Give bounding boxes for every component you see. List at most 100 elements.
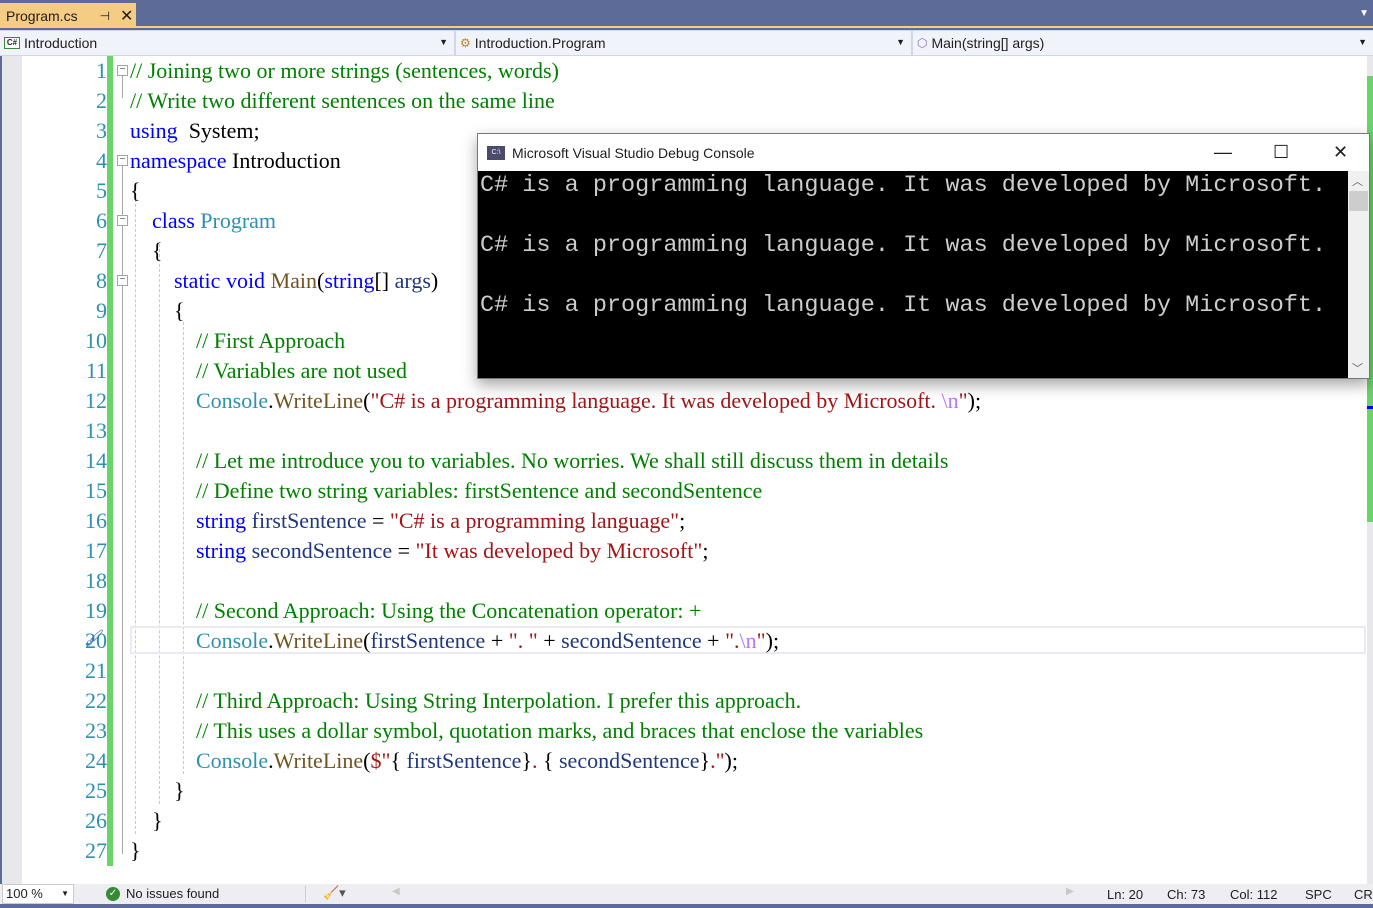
code-line[interactable]: Console.WriteLine("C# is a programming l… (130, 386, 981, 416)
code-token: + (537, 628, 562, 653)
code-line[interactable]: // Variables are not used (130, 356, 407, 386)
chevron-down-icon: ▼ (896, 37, 905, 47)
code-line[interactable]: using System; (130, 116, 260, 146)
editor-status-bar: 100 % ▼ ✓ No issues found 🧹▾ ◀ ▶ Ln: 20 … (0, 884, 1373, 904)
code-line[interactable]: static void Main(string[] args) (130, 266, 438, 296)
console-scrollbar[interactable]: ︿ ﹀ (1348, 171, 1369, 378)
code-token: ." (710, 748, 725, 773)
quick-actions-brush-icon[interactable]: 🖌 (84, 628, 104, 648)
debug-console-window[interactable]: C:\ Microsoft Visual Studio Debug Consol… (477, 133, 1370, 379)
close-icon[interactable]: ✕ (1333, 142, 1348, 163)
fold-line (122, 166, 123, 854)
code-line[interactable]: } (130, 776, 185, 806)
code-token: ) (430, 268, 439, 293)
code-line[interactable]: namespace Introduction (130, 146, 341, 176)
code-token: // This uses a dollar symbol, quotation … (196, 718, 924, 743)
csharp-project-icon: C# (4, 37, 20, 49)
code-token: void (225, 268, 266, 293)
code-line[interactable]: // This uses a dollar symbol, quotation … (130, 716, 923, 746)
line-number: 13 (85, 418, 107, 443)
code-token: secondSentence (559, 748, 700, 773)
collapse-icon[interactable]: − (117, 215, 128, 226)
code-line[interactable]: { (130, 236, 163, 266)
line-number: 4 (96, 148, 107, 173)
code-line[interactable]: string secondSentence = "It was develope… (130, 536, 708, 566)
minimize-icon[interactable]: — (1214, 142, 1232, 163)
code-token: class (152, 208, 195, 233)
project-dropdown[interactable]: C# Introduction ▼ (0, 31, 456, 55)
code-token: = (392, 538, 416, 563)
class-icon: ⚙ (460, 36, 471, 50)
collapse-icon[interactable]: − (117, 65, 128, 76)
scroll-left-icon[interactable]: ◀ (392, 886, 400, 897)
code-token: Main (270, 268, 318, 293)
close-icon[interactable]: ✕ (120, 6, 133, 26)
scroll-thumb[interactable] (1349, 191, 1368, 211)
console-line: C# is a programming language. It was dev… (480, 232, 1327, 259)
code-token: static (174, 268, 221, 293)
column-indicator[interactable]: Col: 112 (1230, 887, 1277, 902)
code-line[interactable]: class Program (130, 206, 276, 236)
code-line[interactable]: } (130, 806, 163, 836)
code-token: { (130, 238, 163, 263)
code-line[interactable]: string firstSentence = "C# is a programm… (130, 506, 685, 536)
member-dropdown[interactable]: ⬡ Main(string[] args) ▼ (913, 31, 1373, 55)
type-dropdown[interactable]: ⚙ Introduction.Program ▼ (456, 31, 913, 55)
line-indicator[interactable]: Ln: 20 (1107, 887, 1143, 902)
zoom-dropdown[interactable]: 100 % ▼ (2, 884, 74, 904)
divider (305, 886, 306, 902)
code-cleanup-brush-icon[interactable]: 🧹▾ (323, 885, 346, 901)
tab-overflow-dropdown-icon[interactable]: ▼ (1359, 8, 1369, 19)
code-line[interactable]: // Second Approach: Using the Concatenat… (130, 596, 701, 626)
maximize-icon[interactable]: ☐ (1273, 142, 1289, 163)
code-line[interactable]: // Third Approach: Using String Interpol… (130, 686, 801, 716)
line-number: 8 (96, 268, 107, 293)
chevron-down-icon: ▼ (439, 37, 448, 47)
line-number: 18 (85, 568, 107, 593)
tab-program-cs[interactable]: Program.cs ⊣ ✕ (0, 3, 136, 28)
code-token: [] (374, 268, 395, 293)
code-token: ); (967, 388, 982, 413)
pin-icon[interactable]: ⊣ (100, 9, 110, 23)
code-line[interactable]: // Joining two or more strings (sentence… (130, 56, 559, 86)
scroll-right-icon[interactable]: ▶ (1066, 886, 1074, 897)
code-line[interactable]: { (130, 296, 185, 326)
line-number: 11 (85, 358, 107, 383)
code-token: } (130, 808, 163, 833)
code-token: // Write two different sentences on the … (130, 88, 555, 113)
line-ending-indicator[interactable]: CRLF (1354, 887, 1373, 902)
line-number: 3 (96, 118, 107, 143)
code-token: "It was developed by Microsoft" (415, 538, 703, 563)
code-line[interactable]: // Let me introduce you to variables. No… (130, 446, 948, 476)
code-token: } (130, 778, 185, 803)
line-number: 22 (85, 688, 107, 713)
code-token: // Let me introduce you to variables. No… (196, 448, 949, 473)
console-title-bar[interactable]: C:\ Microsoft Visual Studio Debug Consol… (478, 134, 1369, 171)
code-token: Console (196, 628, 269, 653)
collapse-icon[interactable]: − (117, 155, 128, 166)
collapse-icon[interactable]: − (117, 275, 128, 286)
code-line[interactable]: // Write two different sentences on the … (130, 86, 555, 116)
document-tab-strip: Program.cs ⊣ ✕ ▼ (0, 0, 1373, 28)
code-line[interactable]: // Define two string variables: firstSen… (130, 476, 762, 506)
code-token: "C# is a programming language" (389, 508, 680, 533)
code-line[interactable]: // First Approach (130, 326, 345, 356)
code-token: string (196, 538, 247, 563)
code-token: { (130, 178, 141, 203)
char-indicator[interactable]: Ch: 73 (1167, 887, 1205, 902)
spacing-indicator[interactable]: SPC (1305, 887, 1332, 902)
line-number: 21 (85, 658, 107, 683)
scroll-down-icon[interactable]: ﹀ (1352, 360, 1363, 376)
code-line[interactable]: { (130, 176, 141, 206)
code-line[interactable]: } (130, 836, 141, 866)
code-line[interactable]: Console.WriteLine(firstSentence + ". " +… (130, 626, 779, 656)
code-token: // Variables are not used (196, 358, 407, 383)
code-token: { (390, 748, 407, 773)
issues-indicator[interactable]: ✓ No issues found (106, 886, 219, 901)
scroll-up-icon[interactable]: ︿ (1352, 173, 1363, 189)
member-label: Main(string[] args) (931, 35, 1045, 51)
line-number: 25 (85, 778, 107, 803)
code-line[interactable]: Console.WriteLine($"{ firstSentence}. { … (130, 746, 738, 776)
